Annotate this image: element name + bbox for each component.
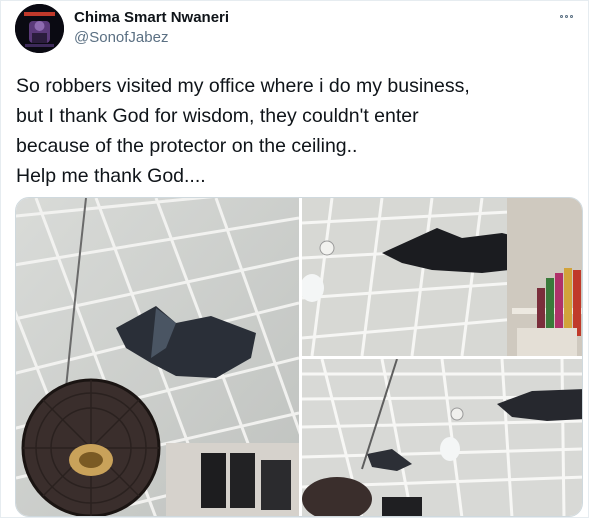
photo-ceiling-hole-with-shelf[interactable] <box>302 198 582 356</box>
dot-icon <box>564 14 568 18</box>
avatar[interactable] <box>15 4 64 53</box>
media-grid <box>15 197 583 517</box>
photo-ceiling-grid-wide[interactable] <box>302 359 582 516</box>
dot-icon <box>559 14 563 18</box>
tweet-text-line: Help me thank God.... <box>16 165 206 187</box>
dot-icon <box>569 14 573 18</box>
tweet-card: Chima Smart Nwaneri @SonofJabez So robbe… <box>0 0 589 518</box>
tweet-text-line: because of the protector on the ceiling.… <box>16 135 358 157</box>
tweet-text: So robbers visited my office where i do … <box>16 71 576 191</box>
photo-ceiling-hole-with-fan[interactable] <box>16 198 299 516</box>
tweet-text-line: but I thank God for wisdom, they couldn'… <box>16 105 419 127</box>
author-handle[interactable]: @SonofJabez <box>74 29 168 46</box>
tweet-text-line: So robbers visited my office where i do … <box>16 75 470 97</box>
author-name[interactable]: Chima Smart Nwaneri <box>74 9 229 26</box>
more-options-icon[interactable] <box>556 9 576 23</box>
